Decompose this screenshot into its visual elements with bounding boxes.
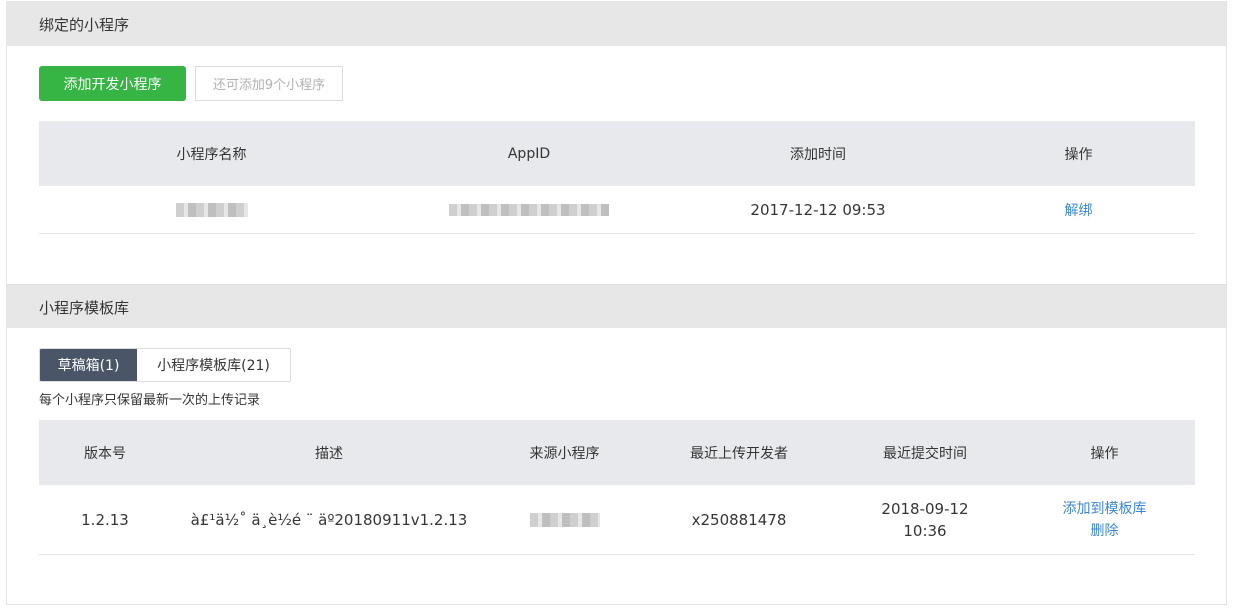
delete-link[interactable]: 删除 — [1091, 520, 1119, 542]
remaining-quota-hint: 还可添加9个小程序 — [195, 66, 343, 101]
table-row: 1.2.13 à£¹ä½˚ ä¸è½é ¨ äº20180911v1.2.13 … — [39, 485, 1195, 555]
row-actions: 添加到模板库 删除 — [1014, 485, 1195, 554]
template-section-header: 小程序模板库 — [7, 284, 1226, 328]
col-operations: 操作 — [1090, 445, 1119, 462]
add-to-template-link[interactable]: 添加到模板库 — [1063, 498, 1147, 520]
col-description: 描述 — [315, 445, 343, 462]
upload-record-note: 每个小程序只保留最新一次的上传记录 — [39, 393, 261, 408]
add-mini-program-button[interactable]: 添加开发小程序 — [39, 66, 186, 101]
template-tabs: 草稿箱(1) 小程序模板库(21) — [39, 348, 291, 382]
table-row: 2017-12-12 09:53 解绑 — [39, 186, 1195, 234]
submit-clock: 10:36 — [903, 521, 947, 540]
col-source-program: 来源小程序 — [529, 445, 600, 462]
col-action: 操作 — [1064, 146, 1093, 163]
source-program-redacted — [487, 485, 642, 554]
main-panel: 绑定的小程序 添加开发小程序 还可添加9个小程序 小程序名称 AppID 添加时… — [6, 1, 1227, 605]
unbind-link[interactable]: 解绑 — [962, 186, 1195, 233]
developer: x250881478 — [691, 510, 787, 529]
col-name: 小程序名称 — [176, 146, 247, 163]
submit-time: 2018-09-12 10:36 — [836, 485, 1014, 554]
appid-redacted — [384, 186, 674, 233]
bound-table-header: 小程序名称 AppID 添加时间 操作 — [39, 121, 1195, 186]
mini-program-name-redacted — [39, 186, 384, 233]
col-version: 版本号 — [84, 445, 126, 462]
template-section-title: 小程序模板库 — [39, 299, 130, 317]
col-appid: AppID — [507, 145, 551, 162]
add-time: 2017-12-12 09:53 — [750, 200, 886, 219]
draft-table-header: 版本号 描述 来源小程序 最近上传开发者 最近提交时间 操作 — [39, 420, 1195, 485]
unbind-link-label[interactable]: 解绑 — [1065, 200, 1093, 220]
col-submit-time: 最近提交时间 — [883, 445, 967, 462]
col-developer: 最近上传开发者 — [690, 445, 788, 462]
tab-template-library[interactable]: 小程序模板库(21) — [137, 349, 290, 381]
col-add-time: 添加时间 — [790, 146, 846, 163]
bound-section-title: 绑定的小程序 — [39, 16, 130, 34]
tab-drafts[interactable]: 草稿箱(1) — [40, 349, 137, 381]
description: à£¹ä½˚ ä¸è½é ¨ äº20180911v1.2.13 — [190, 510, 468, 529]
bound-section-header: 绑定的小程序 — [7, 2, 1226, 46]
version-number: 1.2.13 — [81, 510, 129, 529]
submit-date: 2018-09-12 — [881, 499, 969, 518]
